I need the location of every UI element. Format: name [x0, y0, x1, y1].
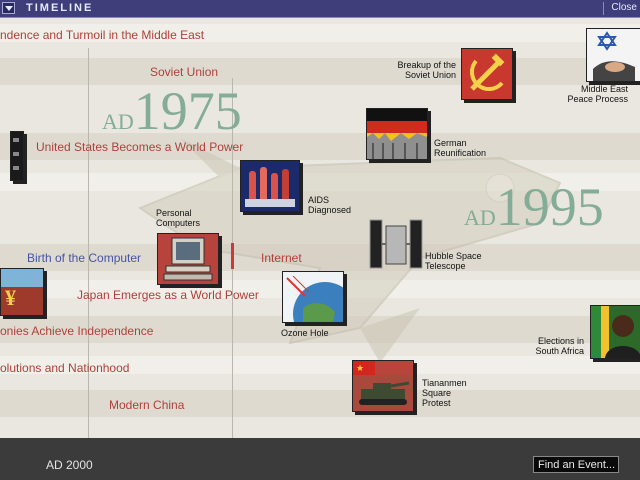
year-gridline	[88, 48, 89, 438]
event-label-line: Square	[422, 388, 452, 398]
row-label-soviet-union[interactable]: Soviet Union	[150, 65, 218, 79]
find-event-button[interactable]: Find an Event...	[533, 456, 619, 473]
hammer-sickle-icon	[470, 53, 505, 91]
event-tiananmen-protest[interactable]: ★	[352, 360, 414, 412]
title-divider	[603, 2, 604, 15]
event-label-line: AIDS	[308, 195, 330, 205]
timeline-window: TIMELINE Close AD1975 AD1995 ndence and …	[0, 0, 640, 480]
event-middle-east-peace[interactable]	[586, 28, 640, 82]
event-elections-south-africa[interactable]	[590, 305, 640, 359]
event-label-line: Hubble Space	[425, 251, 482, 261]
event-label-line: Personal	[156, 208, 192, 218]
window-title: TIMELINE	[26, 2, 94, 14]
status-bar: AD 2000 Find an Event...	[0, 438, 640, 480]
event-label-line: Diagnosed	[308, 205, 352, 215]
event-label-line: South Africa	[535, 346, 584, 356]
event-label-personal-computers[interactable]: Personal Computers	[156, 208, 200, 228]
svg-text:★: ★	[356, 364, 364, 374]
close-button[interactable]: Close	[611, 2, 637, 13]
event-label-south-africa[interactable]: Elections in South Africa	[518, 336, 584, 356]
triangle-down-icon	[5, 6, 13, 11]
event-label-line: Peace Process	[567, 94, 628, 104]
tank-icon: ★	[353, 361, 413, 411]
window-menu-button[interactable]	[2, 2, 15, 14]
row-label-modern-china[interactable]: Modern China	[109, 398, 184, 412]
portrait-icon	[591, 306, 640, 358]
event-label-line: Computers	[156, 218, 201, 228]
event-label-line: Protest	[422, 398, 451, 408]
event-ozone-hole[interactable]	[282, 271, 344, 323]
event-label-line: Soviet Union	[404, 70, 456, 80]
row-label-middle-east[interactable]: ndence and Turmoil in the Middle East	[0, 28, 204, 42]
row-label-united-states[interactable]: United States Becomes a World Power	[36, 140, 243, 154]
event-label-tiananmen-protest[interactable]: Tiananmen Square Protest	[422, 378, 467, 408]
year-marker-1975: AD1975	[102, 80, 242, 142]
row-label-revolutions[interactable]: olutions and Nationhood	[0, 361, 129, 375]
event-label-soviet-breakup[interactable]: Breakup of the Soviet Union	[388, 60, 456, 80]
event-label-ozone-hole[interactable]: Ozone Hole	[281, 328, 329, 338]
event-personal-computers[interactable]	[157, 233, 219, 285]
event-label-line: Breakup of the	[397, 60, 456, 70]
year-value: 1995	[495, 177, 604, 237]
berlin-wall-icon	[367, 109, 427, 159]
internet-marker[interactable]	[231, 243, 234, 269]
handshake-icon	[593, 31, 635, 81]
event-german-reunification[interactable]	[366, 108, 428, 160]
row-label-japan[interactable]: Japan Emerges as a World Power	[77, 288, 259, 302]
row-label-birth-of-computer[interactable]: Birth of the Computer	[27, 251, 141, 265]
event-soviet-breakup[interactable]	[461, 48, 513, 100]
event-label-hubble-telescope[interactable]: Hubble Space Telescope	[425, 251, 482, 271]
event-label-line: German	[434, 138, 467, 148]
row-label-colonies[interactable]: onies Achieve Independence	[0, 324, 153, 338]
current-year-label: AD 2000	[46, 458, 93, 472]
event-label-line: Telescope	[425, 261, 466, 271]
row-label-internet[interactable]: Internet	[261, 251, 302, 265]
event-label-aids-diagnosed[interactable]: AIDS Diagnosed	[308, 195, 351, 215]
year-value: 1975	[133, 81, 242, 141]
year-marker-1995: AD1995	[464, 176, 604, 238]
telescope-icon	[369, 219, 423, 269]
timeline-view[interactable]: AD1975 AD1995 ndence and Turmoil in the …	[0, 18, 640, 438]
test-tubes-icon	[245, 167, 295, 207]
row-band	[0, 58, 640, 85]
event-label-german-reunification[interactable]: German Reunification	[434, 138, 486, 158]
event-label-line: Reunification	[434, 148, 487, 158]
year-prefix: AD	[464, 205, 496, 230]
title-bar: TIMELINE Close	[0, 0, 640, 18]
event-label-line: Middle East	[580, 84, 628, 94]
event-label-line: Elections in	[537, 336, 584, 346]
computer-icon	[163, 237, 213, 281]
event-aids-diagnosed[interactable]	[240, 160, 300, 212]
event-label-middle-east-peace[interactable]: Middle East Peace Process	[560, 84, 628, 104]
svg-text:¥: ¥	[5, 285, 16, 310]
cut-off-event-image[interactable]: ¥	[0, 268, 44, 316]
event-label-line: Tiananmen	[422, 378, 467, 388]
event-hubble-telescope[interactable]	[368, 216, 424, 272]
row-band	[0, 390, 640, 417]
cut-off-event-image[interactable]	[10, 131, 24, 181]
globe-icon	[286, 275, 343, 322]
event-label-line: Ozone Hole	[281, 328, 329, 338]
year-prefix: AD	[102, 109, 134, 134]
